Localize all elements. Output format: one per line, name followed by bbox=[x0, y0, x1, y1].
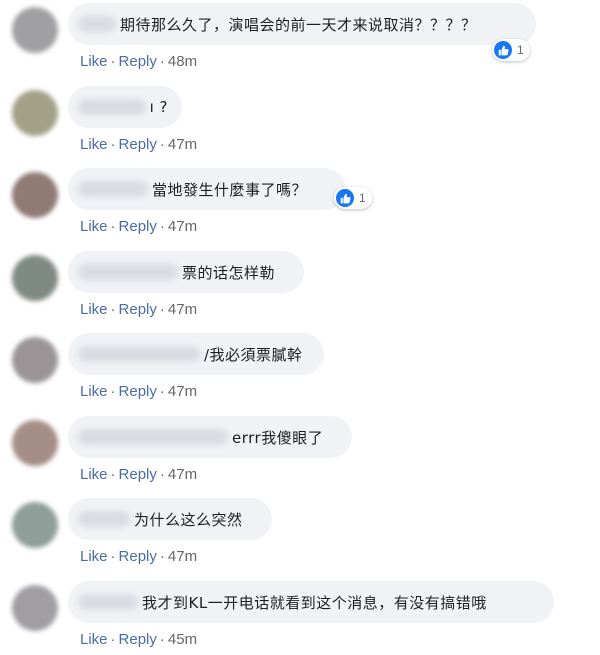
comment-item: errr我傻眼了 Like · Reply · 47m bbox=[0, 416, 600, 498]
comment-item: 我才到KL一开电话就看到这个消息，有没有搞错哦 Like · Reply · 45m bbox=[0, 581, 600, 655]
comment-text: 为什么这么突然 bbox=[134, 510, 243, 529]
reply-link[interactable]: Reply bbox=[119, 631, 157, 648]
comment-actions: Like · Reply · 47m bbox=[80, 548, 197, 565]
reply-link[interactable]: Reply bbox=[119, 383, 157, 400]
timestamp[interactable]: 47m bbox=[168, 548, 197, 565]
separator-dot: · bbox=[159, 136, 165, 153]
separator-dot: · bbox=[110, 631, 116, 648]
blurred-author-name[interactable] bbox=[78, 429, 228, 445]
like-link[interactable]: Like bbox=[80, 136, 108, 153]
separator-dot: · bbox=[159, 631, 165, 648]
reaction-badge[interactable]: 1 bbox=[492, 39, 530, 61]
avatar[interactable] bbox=[12, 7, 58, 53]
separator-dot: · bbox=[110, 548, 116, 565]
avatar[interactable] bbox=[12, 337, 58, 383]
comment-item: 當地發生什麼事了嗎？ 1 Like · Reply · 47m bbox=[0, 168, 600, 250]
like-link[interactable]: Like bbox=[80, 218, 108, 235]
comment-actions: Like · Reply · 47m bbox=[80, 383, 197, 400]
separator-dot: · bbox=[159, 383, 165, 400]
timestamp[interactable]: 47m bbox=[168, 301, 197, 318]
timestamp[interactable]: 48m bbox=[168, 53, 197, 70]
comment-bubble: 當地發生什麼事了嗎？ bbox=[68, 168, 346, 210]
avatar[interactable] bbox=[12, 255, 58, 301]
comment-actions: Like · Reply · 45m bbox=[80, 631, 197, 648]
comment-text: /我必須票膩幹 bbox=[204, 345, 303, 364]
separator-dot: · bbox=[110, 383, 116, 400]
blurred-author-name[interactable] bbox=[78, 99, 146, 115]
reply-link[interactable]: Reply bbox=[119, 136, 157, 153]
reaction-badge[interactable]: 1 bbox=[334, 187, 372, 209]
like-link[interactable]: Like bbox=[80, 53, 108, 70]
separator-dot: · bbox=[110, 466, 116, 483]
comment-text: 當地發生什麼事了嗎？ bbox=[152, 180, 308, 199]
reaction-count: 1 bbox=[359, 191, 366, 205]
reply-link[interactable]: Reply bbox=[119, 548, 157, 565]
reaction-count: 1 bbox=[517, 43, 524, 57]
separator-dot: · bbox=[159, 301, 165, 318]
comment-item: /我必須票膩幹 Like · Reply · 47m bbox=[0, 333, 600, 415]
comment-bubble: 为什么这么突然 bbox=[68, 498, 272, 540]
separator-dot: · bbox=[110, 218, 116, 235]
comment-bubble: 我才到KL一开电话就看到这个消息，有没有搞错哦 bbox=[68, 581, 554, 623]
separator-dot: · bbox=[159, 466, 165, 483]
avatar[interactable] bbox=[12, 585, 58, 631]
blurred-author-name[interactable] bbox=[78, 264, 178, 280]
timestamp[interactable]: 47m bbox=[168, 218, 197, 235]
comment-bubble: errr我傻眼了 bbox=[68, 416, 352, 458]
like-link[interactable]: Like bbox=[80, 301, 108, 318]
comment-bubble: 票的话怎样勒 bbox=[68, 251, 304, 293]
like-link[interactable]: Like bbox=[80, 548, 108, 565]
reply-link[interactable]: Reply bbox=[119, 301, 157, 318]
comment-actions: Like · Reply · 47m bbox=[80, 136, 197, 153]
separator-dot: · bbox=[159, 53, 165, 70]
comment-text: 期待那么久了，演唱会的前一天才来说取消？？？？ bbox=[120, 15, 477, 34]
timestamp[interactable]: 45m bbox=[168, 631, 197, 648]
comment-actions: Like · Reply · 47m bbox=[80, 218, 197, 235]
comment-bubble: ı ? bbox=[68, 86, 182, 128]
comment-actions: Like · Reply · 47m bbox=[80, 301, 197, 318]
comment-text: 票的话怎样勒 bbox=[182, 263, 276, 282]
like-link[interactable]: Like bbox=[80, 383, 108, 400]
reply-link[interactable]: Reply bbox=[119, 466, 157, 483]
thumbs-up-icon bbox=[336, 189, 354, 207]
comment-item: ı ? Like · Reply · 47m bbox=[0, 86, 600, 168]
blurred-author-name[interactable] bbox=[78, 346, 200, 362]
avatar[interactable] bbox=[12, 172, 58, 218]
comment-item: 为什么这么突然 Like · Reply · 47m bbox=[0, 498, 600, 580]
separator-dot: · bbox=[159, 548, 165, 565]
comment-item: 期待那么久了，演唱会的前一天才来说取消？？？？ 1 Like · Reply · 48m bbox=[0, 3, 600, 85]
separator-dot: · bbox=[110, 136, 116, 153]
avatar[interactable] bbox=[12, 502, 58, 548]
comment-bubble: /我必須票膩幹 bbox=[68, 333, 324, 375]
comment-actions: Like · Reply · 48m bbox=[80, 53, 197, 70]
timestamp[interactable]: 47m bbox=[168, 383, 197, 400]
blurred-author-name[interactable] bbox=[78, 181, 148, 197]
reply-link[interactable]: Reply bbox=[119, 53, 157, 70]
timestamp[interactable]: 47m bbox=[168, 136, 197, 153]
comment-text: errr我傻眼了 bbox=[232, 428, 324, 447]
comment-item: 票的话怎样勒 Like · Reply · 47m bbox=[0, 251, 600, 333]
comment-text: 我才到KL一开电话就看到这个消息，有没有搞错哦 bbox=[142, 593, 487, 612]
avatar[interactable] bbox=[12, 420, 58, 466]
like-link[interactable]: Like bbox=[80, 466, 108, 483]
blurred-author-name[interactable] bbox=[78, 511, 130, 527]
blurred-author-name[interactable] bbox=[78, 594, 138, 610]
blurred-author-name[interactable] bbox=[78, 16, 116, 32]
comment-bubble: 期待那么久了，演唱会的前一天才来说取消？？？？ bbox=[68, 3, 536, 45]
comment-text: ı ? bbox=[149, 98, 168, 116]
separator-dot: · bbox=[159, 218, 165, 235]
reply-link[interactable]: Reply bbox=[119, 218, 157, 235]
timestamp[interactable]: 47m bbox=[168, 466, 197, 483]
like-link[interactable]: Like bbox=[80, 631, 108, 648]
separator-dot: · bbox=[110, 301, 116, 318]
avatar[interactable] bbox=[12, 90, 58, 136]
comment-actions: Like · Reply · 47m bbox=[80, 466, 197, 483]
separator-dot: · bbox=[110, 53, 116, 70]
thumbs-up-icon bbox=[494, 41, 512, 59]
